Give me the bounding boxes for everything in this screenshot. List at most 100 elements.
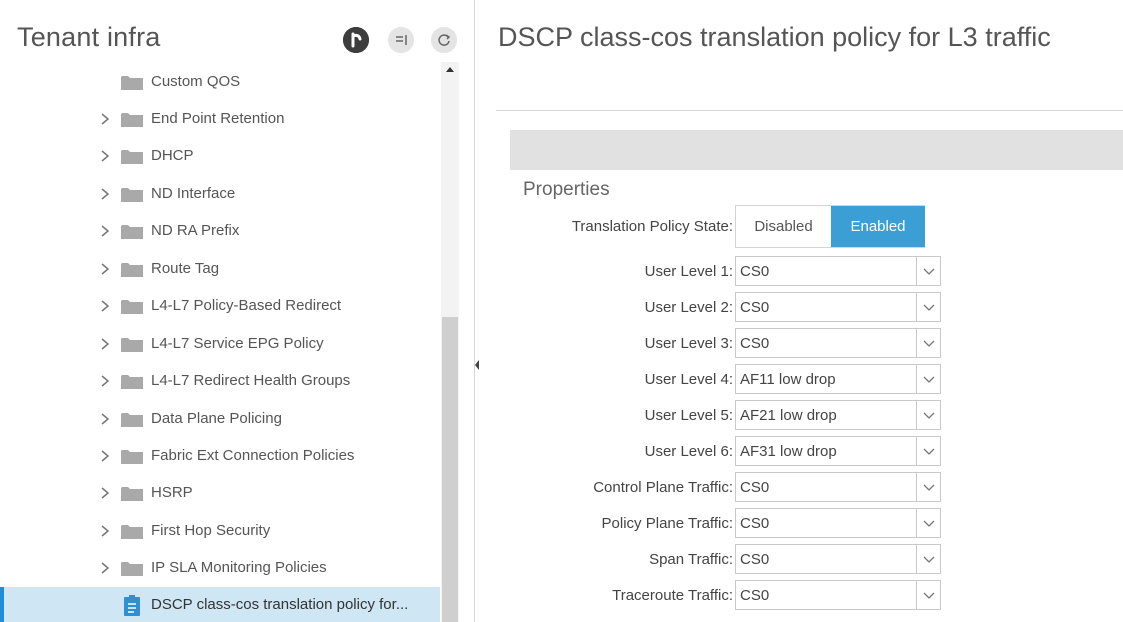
tree-item-nd-interface[interactable]: ND Interface [0, 176, 440, 213]
chevron-right-icon[interactable] [99, 449, 111, 463]
user-level-2-select[interactable]: CS0 [735, 292, 941, 322]
user-level-5-select[interactable]: AF21 low drop [735, 400, 941, 430]
tree-item-end-point-retention[interactable]: End Point Retention [0, 101, 440, 138]
policy-plane-traffic-select[interactable]: CS0 [735, 508, 941, 538]
tree-item-label: L4-L7 Policy-Based Redirect [151, 297, 342, 314]
user-level-6-select[interactable]: AF31 low drop [735, 436, 941, 466]
user-level-5-row: User Level 5: AF21 low drop [482, 400, 1123, 432]
user-level-6-label: User Level 6: [644, 443, 733, 460]
refresh-icon[interactable] [431, 27, 457, 53]
chevron-right-icon[interactable] [99, 561, 111, 575]
user-level-4-label: User Level 4: [644, 371, 733, 388]
select-value: AF31 low drop [740, 443, 837, 460]
chevron-right-icon[interactable] [99, 187, 111, 201]
folder-icon [121, 188, 143, 202]
list-icon[interactable] [388, 27, 414, 53]
folder-icon [121, 113, 143, 127]
tree-item-label: Fabric Ext Connection Policies [151, 447, 355, 464]
policy-plane-traffic-row: Policy Plane Traffic: CS0 [482, 508, 1123, 540]
tree-item-nd-ra-prefix[interactable]: ND RA Prefix [0, 213, 440, 250]
folder-icon [121, 263, 143, 277]
chevron-right-icon[interactable] [99, 486, 111, 500]
user-level-4-row: User Level 4: AF11 low drop [482, 364, 1123, 396]
chevron-right-icon[interactable] [99, 112, 111, 126]
chevron-down-icon[interactable] [916, 293, 940, 321]
folder-icon [121, 338, 143, 352]
tree-item-data-plane-policing[interactable]: Data Plane Policing [0, 401, 440, 438]
translation-policy-state-label: Translation Policy State: [571, 218, 733, 235]
toggle-enabled-option[interactable]: Enabled [831, 206, 925, 247]
tree-item-l4-l7-redirect-health-groups[interactable]: L4-L7 Redirect Health Groups [0, 363, 440, 400]
chevron-right-icon[interactable] [99, 262, 111, 276]
span-traffic-label: Span Traffic: [649, 551, 733, 568]
control-plane-traffic-label: Control Plane Traffic: [593, 479, 733, 496]
tree-item-ip-sla-monitoring-policies[interactable]: IP SLA Monitoring Policies [0, 550, 440, 587]
tenant-title: Tenant infra [17, 22, 161, 52]
chevron-right-icon[interactable] [99, 149, 111, 163]
tree-item-label: ND RA Prefix [151, 222, 240, 239]
user-level-4-select[interactable]: AF11 low drop [735, 364, 941, 394]
tree-item-route-tag[interactable]: Route Tag [0, 251, 440, 288]
tree-scrollbar[interactable] [441, 62, 459, 622]
properties-heading: Properties [523, 179, 610, 200]
chevron-right-icon[interactable] [99, 524, 111, 538]
chevron-right-icon[interactable] [99, 412, 111, 426]
folder-icon [121, 450, 143, 464]
tree-item-custom-qos[interactable]: Custom QOS [0, 64, 440, 101]
chevron-down-icon[interactable] [916, 257, 940, 285]
chevron-down-icon[interactable] [916, 509, 940, 537]
chevron-down-icon[interactable] [916, 545, 940, 573]
scroll-up-arrow-icon[interactable] [441, 62, 459, 78]
navigation-panel: Tenant infra Custom QOS End Point Retent… [0, 0, 475, 622]
tree-item-l4-l7-policy-based-redirect[interactable]: L4-L7 Policy-Based Redirect [0, 288, 440, 325]
control-plane-traffic-select[interactable]: CS0 [735, 472, 941, 502]
translation-policy-state-toggle[interactable]: Disabled Enabled [735, 205, 925, 248]
chevron-down-icon[interactable] [916, 437, 940, 465]
policy-document-icon [124, 595, 140, 616]
user-level-1-select[interactable]: CS0 [735, 256, 941, 286]
chevron-down-icon[interactable] [916, 365, 940, 393]
chevron-down-icon[interactable] [916, 401, 940, 429]
user-level-3-select[interactable]: CS0 [735, 328, 941, 358]
policy-tree: Custom QOS End Point Retention DHCP ND I… [0, 62, 440, 622]
chevron-down-icon[interactable] [916, 581, 940, 609]
select-value: CS0 [740, 299, 770, 316]
tree-item-hsrp[interactable]: HSRP [0, 475, 440, 512]
tree-item-label: Data Plane Policing [151, 410, 282, 427]
title-divider [496, 110, 1123, 111]
select-value: CS0 [740, 551, 770, 568]
tree-item-dhcp[interactable]: DHCP [0, 138, 440, 175]
chevron-right-icon[interactable] [99, 374, 111, 388]
tree-item-fabric-ext-connection-policies[interactable]: Fabric Ext Connection Policies [0, 438, 440, 475]
chevron-right-icon[interactable] [99, 224, 111, 238]
tree-item-l4-l7-service-epg-policy[interactable]: L4-L7 Service EPG Policy [0, 326, 440, 363]
traceroute-traffic-select[interactable]: CS0 [735, 580, 941, 610]
chevron-right-icon[interactable] [99, 299, 111, 313]
tree-item-label: ND Interface [151, 185, 236, 202]
chevron-down-icon[interactable] [916, 473, 940, 501]
policy-plane-traffic-label: Policy Plane Traffic: [601, 515, 733, 532]
folder-icon [121, 413, 143, 427]
user-level-2-label: User Level 2: [644, 299, 733, 316]
select-value: CS0 [740, 587, 770, 604]
user-level-1-row: User Level 1: CS0 [482, 256, 1123, 288]
folder-icon [121, 487, 143, 501]
plus-icon[interactable] [343, 27, 369, 53]
traceroute-traffic-row: Traceroute Traffic: CS0 [482, 580, 1123, 612]
tree-item-label: L4-L7 Redirect Health Groups [151, 372, 351, 389]
user-level-3-label: User Level 3: [644, 335, 733, 352]
panel-collapse-handle[interactable] [474, 355, 480, 375]
chevron-right-icon[interactable] [99, 337, 111, 351]
span-traffic-select[interactable]: CS0 [735, 544, 941, 574]
select-value: AF11 low drop [740, 371, 836, 388]
folder-icon [121, 225, 143, 239]
detail-panel: DSCP class-cos translation policy for L3… [482, 0, 1123, 622]
tree-item-first-hop-security[interactable]: First Hop Security [0, 513, 440, 550]
scrollbar-thumb[interactable] [442, 317, 458, 622]
chevron-down-icon[interactable] [916, 329, 940, 357]
tree-item-dscp-class-cos-policy[interactable]: DSCP class-cos translation policy for... [0, 587, 440, 622]
select-value: CS0 [740, 263, 770, 280]
toggle-disabled-option[interactable]: Disabled [736, 206, 831, 247]
user-level-5-label: User Level 5: [644, 407, 733, 424]
span-traffic-row: Span Traffic: CS0 [482, 544, 1123, 576]
